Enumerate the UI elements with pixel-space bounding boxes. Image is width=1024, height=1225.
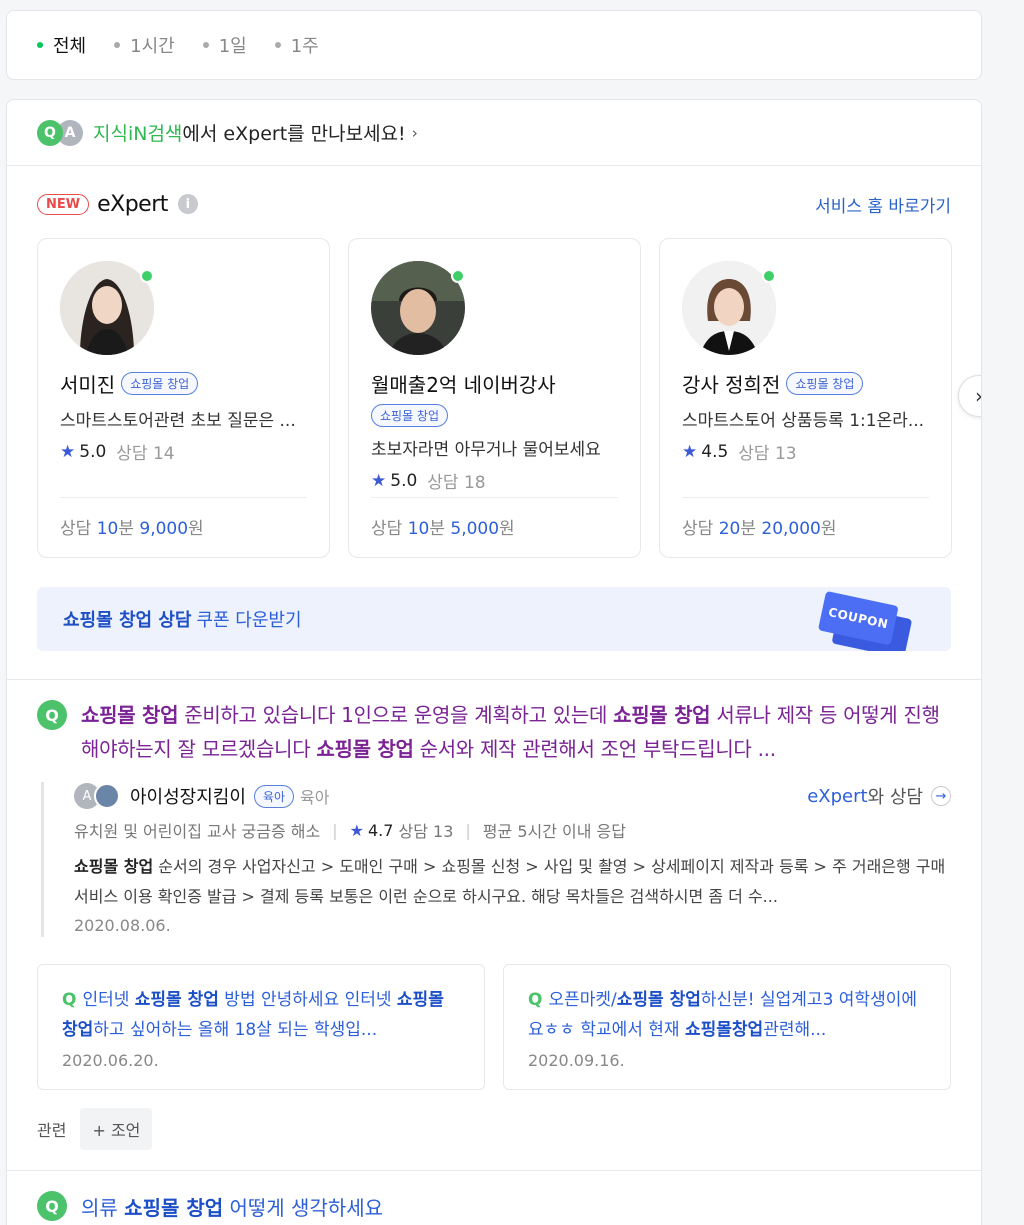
online-indicator bbox=[762, 269, 776, 283]
rating: ★ 5.0 상담 14 bbox=[60, 441, 175, 465]
expert-card[interactable]: 월매출2억 네이버강사 쇼핑몰 창업 초보자라면 아무거나 물어보세요 ★ 5.… bbox=[348, 238, 641, 558]
expert-consult-link[interactable]: eXpert 와 상담 → bbox=[807, 783, 951, 809]
expert-name: 월매출2억 네이버강사 bbox=[371, 373, 556, 397]
expert-logo: eXpert bbox=[97, 191, 168, 217]
filter-list: 전체 1시간 1일 1주 bbox=[7, 11, 981, 79]
expert-card[interactable]: 서미진 쇼핑몰 창업 스마트스토어관련 초보 질문은 ... ★ 5.0 상담 … bbox=[37, 238, 330, 558]
related-question-card[interactable]: Q 인터넷 쇼핑몰 창업 방법 안녕하세요 인터넷 쇼핑몰 창업하고 싶어하는 올… bbox=[37, 964, 485, 1090]
rating: ★ 4.5 상담 13 bbox=[682, 441, 797, 465]
answerer-category: 육아 bbox=[300, 788, 330, 807]
filter-1[interactable]: 1시간 bbox=[114, 32, 175, 58]
time-filter-bar: 전체 1시간 1일 1주 bbox=[6, 10, 982, 80]
expert-desc: 스마트스토어 상품등록 1:1온라... bbox=[682, 411, 925, 431]
answer-excerpt[interactable]: 쇼핑몰 창업 순서의 경우 사업자신고 > 도매인 구매 > 쇼핑몰 신청 > … bbox=[74, 852, 951, 912]
info-icon[interactable]: i bbox=[177, 194, 198, 214]
kin-expert-banner[interactable]: Q A 지식iN검색 에서 eXpert를 만나보세요! › bbox=[7, 100, 981, 166]
bullet-icon bbox=[114, 42, 121, 48]
coupon-text: 쿠폰 다운받기 bbox=[196, 610, 302, 631]
question-icon: Q bbox=[37, 1191, 67, 1221]
expert-name: 강사 정희전 bbox=[682, 373, 781, 397]
related-label: 관련 bbox=[37, 1121, 67, 1140]
answer-date: 2020.08.06. bbox=[74, 916, 171, 935]
question-icon: Q bbox=[62, 990, 77, 1010]
filter-0[interactable]: 전체 bbox=[37, 32, 86, 58]
category-tag: 쇼핑몰 창업 bbox=[371, 404, 449, 427]
divider bbox=[7, 1170, 981, 1171]
answer-block: A 아이성장지킴이 육아 육아 eXpert 와 상담 → 유치원 및 어린이집 … bbox=[41, 782, 951, 937]
related-question-card[interactable]: Q 오픈마켓/쇼핑몰 창업하신분! 실업계고3 여학생이에요ㅎㅎ 학교에서 현재 … bbox=[503, 964, 951, 1090]
price: 상담 10분 5,000원 bbox=[371, 497, 618, 539]
expert-desc: 스마트스토어관련 초보 질문은 ... bbox=[60, 411, 296, 431]
expert-card[interactable]: 강사 정희전 쇼핑몰 창업 스마트스토어 상품등록 1:1온라... ★ 4.5… bbox=[659, 238, 952, 558]
expert-header: NEW eXpert i 서비스 홈 바로가기 bbox=[37, 188, 951, 220]
kin-search-label: 지식iN검색 bbox=[93, 123, 183, 145]
question-title: 의류 쇼핑몰 창업 어떻게 생각하세요 bbox=[81, 1195, 384, 1220]
question-date: 2020.06.20. bbox=[62, 1051, 159, 1070]
star-icon: ★ bbox=[682, 441, 698, 462]
expert-name: 서미진 bbox=[60, 373, 116, 397]
question-date: 2020.09.16. bbox=[528, 1051, 625, 1070]
avatar bbox=[94, 783, 120, 809]
bullet-icon bbox=[37, 42, 43, 48]
online-indicator bbox=[140, 269, 154, 283]
rating: ★ 5.0 상담 18 bbox=[371, 470, 486, 494]
divider bbox=[7, 679, 981, 680]
star-icon: ★ bbox=[371, 470, 387, 491]
answerer-name[interactable]: 아이성장지킴이 bbox=[130, 783, 246, 809]
related-questions: Q 인터넷 쇼핑몰 창업 방법 안녕하세요 인터넷 쇼핑몰 창업하고 싶어하는 올… bbox=[37, 964, 951, 1090]
qa-result: Q 쇼핑몰 창업 준비하고 있습니다 1인으로 운영을 계획하고 있는데 쇼핑몰… bbox=[37, 698, 951, 1150]
question-title[interactable]: 쇼핑몰 창업 준비하고 있습니다 1인으로 운영을 계획하고 있는데 쇼핑몰 창… bbox=[81, 698, 951, 766]
bullet-icon bbox=[202, 42, 209, 48]
filter-2[interactable]: 1일 bbox=[202, 32, 247, 58]
kin-banner-text: 에서 eXpert를 만나보세요! bbox=[182, 123, 406, 145]
star-icon: ★ bbox=[60, 441, 76, 462]
results-panel: Q A 지식iN검색 에서 eXpert를 만나보세요! › NEW eXper… bbox=[6, 99, 982, 1225]
bullet-icon bbox=[274, 42, 281, 48]
coupon-bold-text: 쇼핑몰 창업 상담 bbox=[63, 610, 192, 631]
price: 상담 10분 9,000원 bbox=[60, 497, 307, 539]
arrow-right-icon: → bbox=[931, 786, 951, 806]
online-indicator bbox=[451, 269, 465, 283]
related-chip[interactable]: + 조언 bbox=[80, 1108, 153, 1150]
price: 상담 20분 20,000원 bbox=[682, 497, 929, 539]
star-icon: ★ bbox=[349, 820, 364, 840]
related-tags: 관련 + 조언 bbox=[37, 1108, 153, 1150]
expert-card-list: 서미진 쇼핑몰 창업 스마트스토어관련 초보 질문은 ... ★ 5.0 상담 … bbox=[37, 238, 981, 558]
qa-icon: Q A bbox=[37, 119, 87, 146]
chevron-right-icon: › bbox=[411, 123, 418, 142]
expert-desc: 초보자라면 아무거나 물어보세요 bbox=[371, 440, 601, 460]
service-home-link[interactable]: 서비스 홈 바로가기 bbox=[815, 192, 951, 217]
category-tag: 육아 bbox=[253, 784, 295, 808]
question-icon: Q bbox=[528, 990, 543, 1010]
category-tag: 쇼핑몰 창업 bbox=[786, 372, 864, 395]
coupon-banner[interactable]: 쇼핑몰 창업 상담 쿠폰 다운받기 eXpe COUPON bbox=[37, 587, 951, 651]
qa-result[interactable]: Q 의류 쇼핑몰 창업 어떻게 생각하세요 bbox=[37, 1191, 383, 1221]
category-tag: 쇼핑몰 창업 bbox=[121, 372, 199, 395]
filter-3[interactable]: 1주 bbox=[274, 32, 319, 58]
answerer-meta: 유치원 및 어린이집 교사 궁금증 해소 | ★ 4.7 상담 13 | 평균 … bbox=[74, 820, 626, 842]
question-icon: Q bbox=[37, 700, 67, 730]
coupon-icon: eXpe COUPON bbox=[817, 590, 913, 651]
chevron-right-icon: › bbox=[975, 384, 981, 408]
new-badge: NEW bbox=[37, 193, 90, 215]
next-arrow-button[interactable]: › bbox=[958, 375, 981, 417]
